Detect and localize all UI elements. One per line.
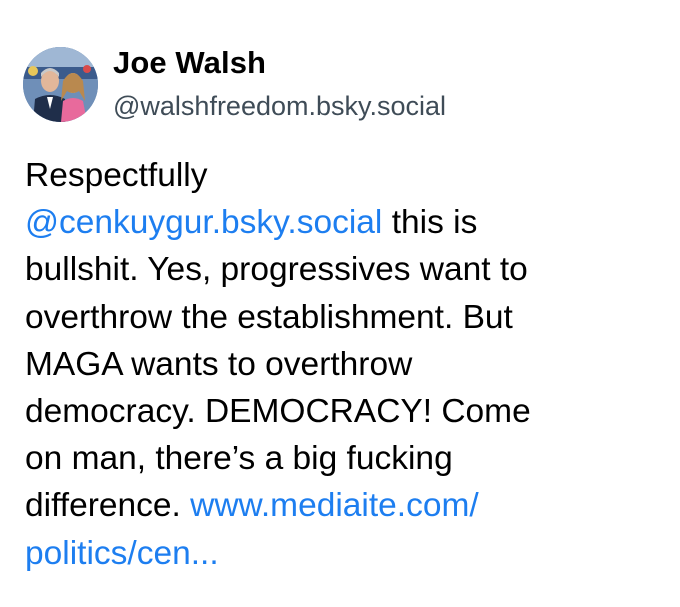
avatar[interactable] [23,47,98,122]
mention-link[interactable]: @cenkuygur.bsky.social [25,204,382,241]
post-line: bullshit. Yes, progressives want to [25,251,528,289]
post-line: MAGA wants to overthrow [25,345,413,383]
author-handle[interactable]: @walshfreedom.bsky.social [113,89,446,123]
post-line: difference. www.mediaite.com/ [25,482,655,529]
post-line: @cenkuygur.bsky.social this is [25,199,655,246]
post-line: politics/cen... [25,530,655,577]
social-post: Joe Walsh @walshfreedom.bsky.social Resp… [0,0,680,607]
author-info: Joe Walsh @walshfreedom.bsky.social [113,45,446,123]
post-text: difference. [25,487,191,525]
profile-photo-icon [23,47,98,122]
post-line: Respectfully [25,157,208,194]
post-body: Respectfully @cenkuygur.bsky.social this… [25,152,655,577]
external-link[interactable]: www.mediaite.com/ [190,487,479,524]
post-text: this is [382,204,478,242]
post-line: overthrow the establishment. But [25,298,513,336]
post-line: on man, there’s a big fucking [25,440,453,478]
post-header: Joe Walsh @walshfreedom.bsky.social [23,45,643,125]
post-line: democracy. DEMOCRACY! Come [25,393,531,431]
external-link-continued[interactable]: politics/cen... [25,535,219,572]
author-display-name[interactable]: Joe Walsh [113,45,446,81]
